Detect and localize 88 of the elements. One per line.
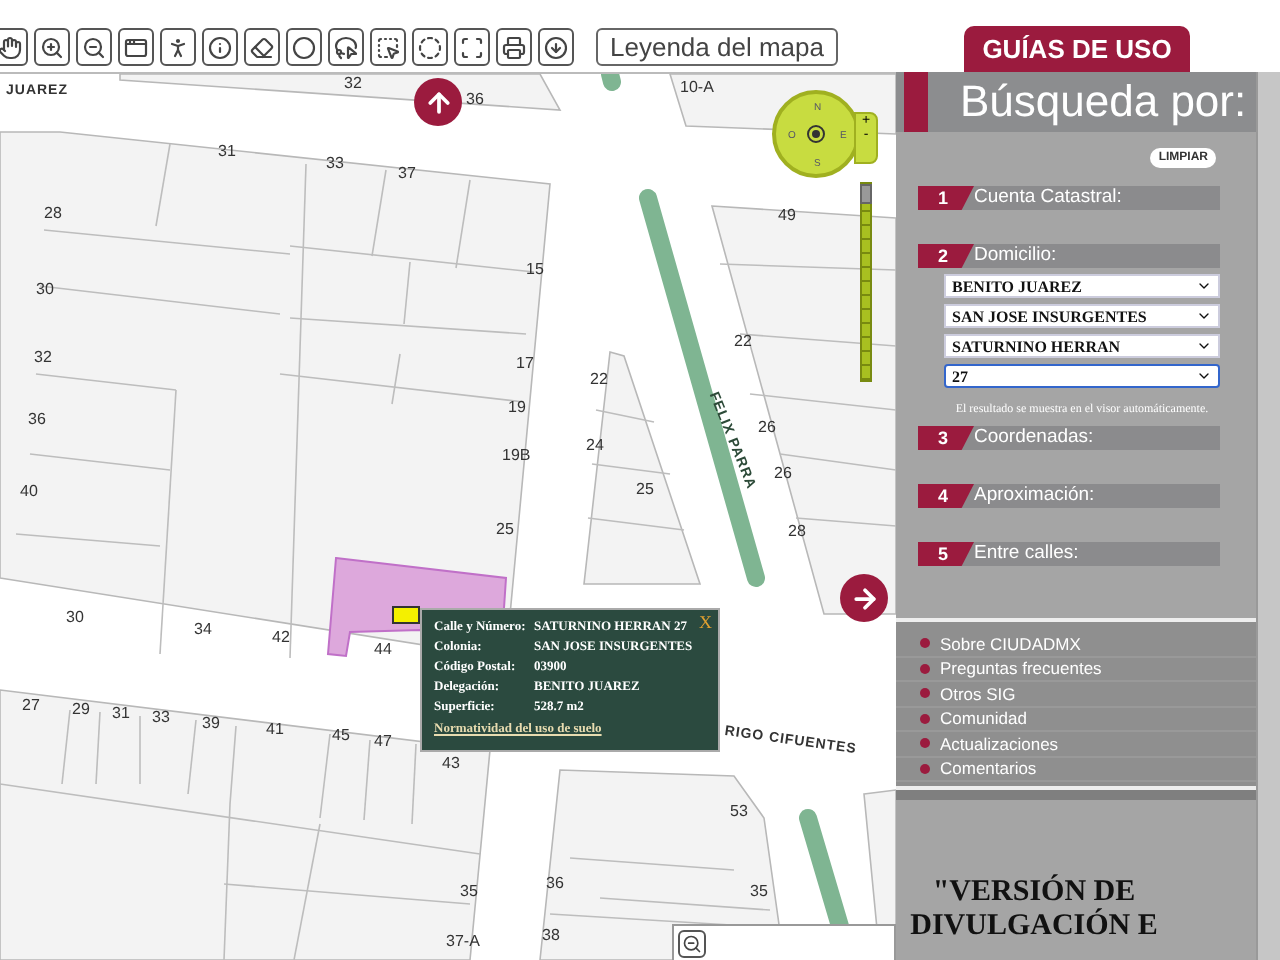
lot-number: 49 bbox=[778, 206, 796, 224]
lot-number: 31 bbox=[218, 142, 236, 160]
search-section-header[interactable]: 5 Entre calles: bbox=[918, 542, 1220, 566]
notice-text: "VERSIÓN DE DIVULGACIÓN E bbox=[908, 876, 1160, 944]
lot-number: 44 bbox=[374, 640, 392, 658]
lot-number: 41 bbox=[266, 720, 284, 738]
lot-number: 30 bbox=[66, 608, 84, 626]
circle-select-icon[interactable] bbox=[412, 28, 448, 66]
section-number: 5 bbox=[918, 542, 974, 566]
arrow-right-icon bbox=[849, 583, 879, 613]
section-label: Aproximación: bbox=[962, 484, 1220, 508]
lot-number: 45 bbox=[332, 726, 350, 744]
download-icon[interactable] bbox=[538, 28, 574, 66]
lot-number: 25 bbox=[636, 480, 654, 498]
search-section-header[interactable]: 1 Cuenta Catastral: bbox=[918, 186, 1220, 210]
lot-number: 38 bbox=[542, 926, 560, 944]
lot-number: 42 bbox=[272, 628, 290, 646]
dropdown-select[interactable]: SAN JOSE INSURGENTES bbox=[944, 304, 1220, 328]
lot-number: 35 bbox=[750, 882, 768, 900]
usage-guides-button[interactable]: GUÍAS DE USO bbox=[964, 26, 1190, 72]
lot-number: 35 bbox=[460, 882, 478, 900]
lot-number: 37 bbox=[398, 164, 416, 182]
section-label: Coordenadas: bbox=[962, 426, 1220, 450]
zoom-slider[interactable] bbox=[860, 182, 872, 382]
lot-number: 37-A bbox=[446, 932, 480, 950]
lot-number: 26 bbox=[758, 418, 776, 436]
lot-number: 24 bbox=[586, 436, 604, 454]
zoom-slider-thumb[interactable] bbox=[860, 184, 872, 204]
section-label: Cuenta Catastral: bbox=[962, 186, 1220, 210]
rectangle-select-icon[interactable] bbox=[370, 28, 406, 66]
close-button[interactable]: X bbox=[699, 612, 712, 632]
center-icon bbox=[806, 124, 826, 144]
lot-number: 22 bbox=[590, 370, 608, 388]
eraser-icon[interactable] bbox=[244, 28, 280, 66]
lot-number: 32 bbox=[34, 348, 52, 366]
lot-number: 17 bbox=[516, 354, 534, 372]
lot-number: 25 bbox=[496, 520, 514, 538]
section-number: 4 bbox=[918, 484, 974, 508]
zoom-out-icon[interactable] bbox=[76, 28, 112, 66]
lot-number: 15 bbox=[526, 260, 544, 278]
info-icon[interactable] bbox=[202, 28, 238, 66]
pan-up-button[interactable] bbox=[414, 78, 462, 126]
dropdown-select[interactable]: 27 bbox=[944, 364, 1220, 388]
lot-number: 39 bbox=[202, 714, 220, 732]
lot-number: 34 bbox=[194, 620, 212, 638]
section-number: 3 bbox=[918, 426, 974, 450]
lot-number: 28 bbox=[788, 522, 806, 540]
hand-icon[interactable] bbox=[0, 28, 28, 66]
search-section-header[interactable]: 3 Coordenadas: bbox=[918, 426, 1220, 450]
zoom-out-icon[interactable] bbox=[678, 930, 706, 958]
lot-number: 33 bbox=[326, 154, 344, 172]
lot-number: 40 bbox=[20, 482, 38, 500]
overview-map[interactable] bbox=[672, 924, 896, 960]
lot-number: 36 bbox=[546, 874, 564, 892]
dropdown-select[interactable]: BENITO JUAREZ bbox=[944, 274, 1220, 298]
lot-number: 32 bbox=[344, 74, 362, 92]
printer-icon[interactable] bbox=[496, 28, 532, 66]
zoom-in-icon[interactable] bbox=[34, 28, 70, 66]
lot-number: 36 bbox=[28, 410, 46, 428]
header-accent-bar bbox=[904, 72, 928, 132]
section-number: 2 bbox=[918, 244, 974, 268]
lot-number: 22 bbox=[734, 332, 752, 350]
window-icon[interactable] bbox=[118, 28, 154, 66]
lot-number: 27 bbox=[22, 696, 40, 714]
search-section-header[interactable]: 4 Aproximación: bbox=[918, 484, 1220, 508]
dropdown-select[interactable]: SATURNINO HERRAN bbox=[944, 334, 1220, 358]
lot-number: 31 bbox=[112, 704, 130, 722]
lot-number: 10-A bbox=[680, 78, 714, 96]
lot-number: 47 bbox=[374, 732, 392, 750]
scrollbar[interactable] bbox=[1256, 72, 1280, 960]
lot-number: 43 bbox=[442, 754, 460, 772]
lot-number: 19B bbox=[502, 446, 531, 464]
lot-number: 30 bbox=[36, 280, 54, 298]
location-marker-icon bbox=[392, 606, 420, 624]
map-legend-button[interactable]: Leyenda del mapa bbox=[596, 28, 838, 66]
section-label: Entre calles: bbox=[962, 542, 1220, 566]
lot-number: 33 bbox=[152, 708, 170, 726]
lot-number: 28 bbox=[44, 204, 62, 222]
section-number: 1 bbox=[918, 186, 974, 210]
lot-number: 29 bbox=[72, 700, 90, 718]
lot-number: 26 bbox=[774, 464, 792, 482]
panel-title: Búsqueda por: bbox=[960, 76, 1247, 128]
section-label: Domicilio: bbox=[962, 244, 1220, 268]
lasso-icon[interactable] bbox=[328, 28, 364, 66]
lot-number: 53 bbox=[730, 802, 748, 820]
lot-number: 36 bbox=[466, 90, 484, 108]
search-section-header[interactable]: 2 Domicilio: bbox=[918, 244, 1220, 268]
lot-number: 19 bbox=[508, 398, 526, 416]
